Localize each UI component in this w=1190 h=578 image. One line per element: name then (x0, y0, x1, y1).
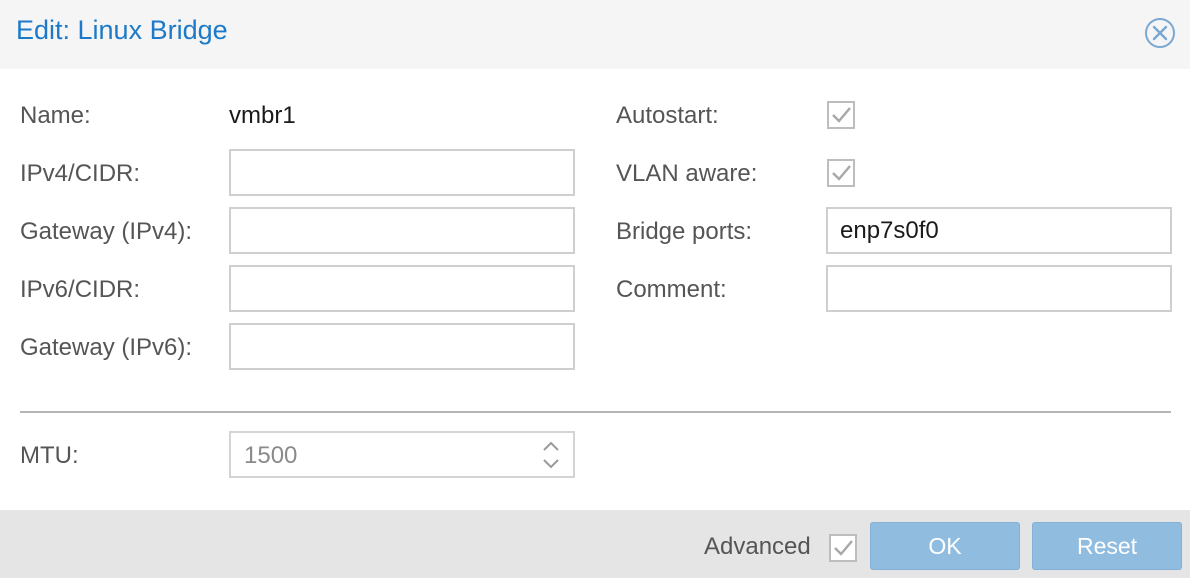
vlan-aware-label: VLAN aware: (616, 160, 758, 187)
advanced-separator (20, 411, 1171, 413)
gateway-ipv4-label: Gateway (IPv4): (20, 218, 193, 245)
comment-label: Comment: (616, 276, 727, 303)
ipv6-label: IPv6/CIDR: (20, 276, 141, 303)
comment-input[interactable] (826, 265, 1172, 312)
advanced-label: Advanced (704, 533, 811, 560)
dialog-title: Edit: Linux Bridge (16, 15, 228, 45)
reset-button[interactable]: Reset (1032, 522, 1182, 570)
dialog-header: Edit: Linux Bridge (0, 0, 1190, 69)
spinner-updown-icon[interactable] (541, 439, 561, 471)
bridge-ports-label: Bridge ports: (616, 218, 753, 245)
mtu-label: MTU: (20, 442, 79, 469)
ipv4-input[interactable] (229, 149, 575, 196)
name-label: Name: (20, 102, 91, 129)
dialog-footer: Advanced OK Reset (0, 510, 1190, 578)
autostart-checkbox[interactable] (827, 101, 855, 129)
bridge-ports-input[interactable] (826, 207, 1172, 254)
mtu-value: 1500 (244, 442, 298, 469)
autostart-label: Autostart: (616, 102, 719, 129)
gateway-ipv6-input[interactable] (229, 323, 575, 370)
mtu-field[interactable]: 1500 (229, 431, 575, 478)
gateway-ipv4-input[interactable] (229, 207, 575, 254)
advanced-checkbox[interactable] (829, 534, 857, 562)
close-icon[interactable] (1144, 17, 1176, 49)
gateway-ipv6-label: Gateway (IPv6): (20, 334, 193, 361)
vlan-aware-checkbox[interactable] (827, 159, 855, 187)
ipv6-input[interactable] (229, 265, 575, 312)
ipv4-label: IPv4/CIDR: (20, 160, 141, 187)
name-value: vmbr1 (229, 102, 296, 129)
ok-button[interactable]: OK (870, 522, 1020, 570)
